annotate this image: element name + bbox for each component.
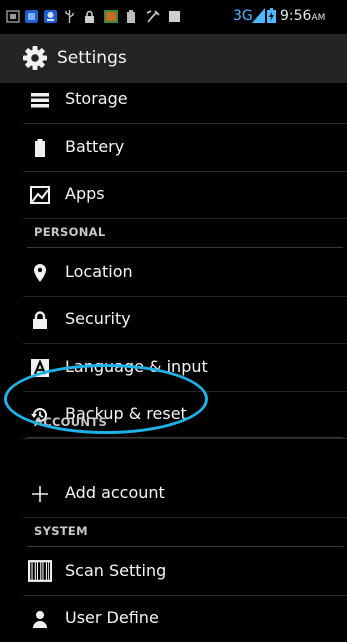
section-title: PERSONAL bbox=[34, 225, 106, 239]
usb-icon bbox=[65, 10, 74, 23]
apps-icon bbox=[30, 186, 50, 204]
signal-icon bbox=[252, 8, 265, 23]
list-item-user-define[interactable]: User Define bbox=[23, 595, 347, 642]
lock-icon bbox=[33, 311, 47, 329]
list-item-location[interactable]: Location bbox=[23, 249, 347, 297]
list-item-label: Scan Setting bbox=[65, 561, 167, 580]
storage-icon bbox=[31, 93, 49, 108]
list-item-apps[interactable]: Apps bbox=[23, 171, 347, 219]
wrench-icon bbox=[146, 10, 160, 23]
barcode-icon bbox=[28, 560, 52, 582]
section-header-personal: PERSONAL bbox=[27, 221, 343, 248]
app-icon bbox=[44, 10, 57, 23]
battery-charging-icon bbox=[267, 8, 276, 23]
notification-icon bbox=[25, 10, 38, 23]
photo-icon bbox=[104, 10, 118, 23]
list-item-security[interactable]: Security bbox=[23, 296, 347, 344]
sim-icon bbox=[6, 10, 20, 23]
user-icon bbox=[33, 611, 47, 628]
location-pin-icon bbox=[34, 264, 46, 282]
list-item-label: Storage bbox=[65, 89, 128, 108]
list-item-label: Security bbox=[65, 309, 131, 328]
list-item-label: Add account bbox=[65, 483, 165, 502]
list-item-label: Battery bbox=[65, 137, 125, 156]
battery-icon bbox=[35, 139, 45, 157]
plus-icon bbox=[32, 486, 48, 502]
lock-icon bbox=[85, 10, 94, 23]
stop-icon bbox=[169, 11, 180, 22]
section-title: SYSTEM bbox=[34, 524, 88, 538]
list-item-label: User Define bbox=[65, 608, 159, 627]
list-item-label: Location bbox=[65, 262, 133, 281]
page-title: Settings bbox=[57, 48, 127, 68]
list-item-battery[interactable]: Battery bbox=[23, 124, 347, 172]
status-bar: 3G 9:56AM bbox=[0, 0, 347, 34]
list-item-add-account[interactable]: Add account bbox=[23, 470, 347, 518]
section-header-system: SYSTEM bbox=[27, 520, 343, 547]
list-item-storage[interactable]: Storage bbox=[23, 76, 347, 124]
highlight-ellipse bbox=[4, 364, 208, 434]
network-type: 3G bbox=[233, 8, 253, 24]
clock: 9:56AM bbox=[280, 8, 326, 24]
list-item-scan-setting[interactable]: Scan Setting bbox=[23, 548, 347, 596]
list-item-label: Apps bbox=[65, 184, 105, 203]
gear-icon[interactable] bbox=[22, 45, 48, 71]
battery-icon bbox=[127, 10, 135, 23]
